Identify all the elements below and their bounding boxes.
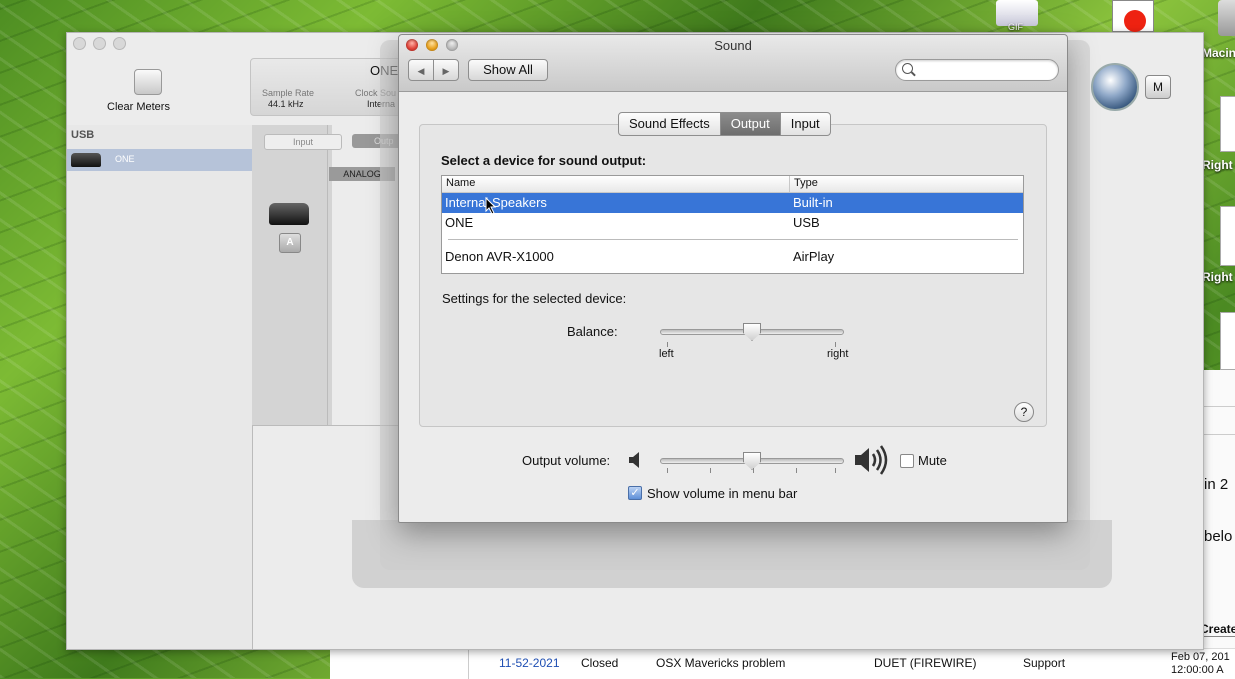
show-volume-label: Show volume in menu bar	[647, 486, 798, 501]
output-volume-slider[interactable]	[660, 452, 844, 473]
settings-label: Settings for the selected device:	[442, 291, 627, 306]
gif-file-label: GIF	[1008, 22, 1023, 32]
device-name: ONE	[445, 215, 474, 230]
web-page-fragment: in 2 belo Create	[1200, 370, 1235, 678]
window-toolbar: Sound ◀ ▶ Show All	[399, 35, 1067, 92]
mute-label: Mute	[918, 453, 947, 468]
a-button[interactable]: A	[279, 233, 301, 253]
create-link[interactable]: Create	[1200, 622, 1235, 636]
slider-tick	[835, 468, 836, 473]
volume-knob[interactable]	[1091, 63, 1139, 111]
device-name: Denon AVR-X1000	[445, 249, 554, 264]
document-icon[interactable]	[1220, 312, 1235, 370]
device-type: Built-in	[793, 195, 833, 210]
column-header-name[interactable]: Name	[446, 177, 475, 189]
forward-button[interactable]: ▶	[433, 59, 459, 81]
divider	[327, 125, 328, 425]
ticket-date: Feb 07, 201	[1171, 651, 1230, 663]
sound-preferences-window: Sound ◀ ▶ Show All Sound Effects Output …	[398, 34, 1068, 523]
slider-tick	[753, 468, 754, 473]
volume-slider-thumb[interactable]	[743, 452, 761, 470]
page-text-fragment: in 2	[1204, 476, 1229, 493]
device-select-heading: Select a device for sound output:	[441, 153, 647, 168]
slider-tick	[835, 342, 836, 347]
device-sidebar: USB ONE	[67, 125, 253, 649]
interface-device-icon	[71, 153, 101, 167]
slider-tick	[667, 342, 668, 347]
interface-device-icon	[269, 203, 309, 225]
device-type: AirPlay	[793, 249, 835, 264]
output-settings-group	[419, 124, 1047, 427]
sidebar-item-one[interactable]: ONE	[67, 149, 252, 171]
column-header-type[interactable]: Type	[794, 177, 818, 189]
divider	[448, 239, 1018, 240]
desktop-file-label: Right	[1202, 158, 1233, 172]
tab-output[interactable]: Output	[720, 113, 781, 135]
ticket-category: Support	[1023, 656, 1066, 670]
minimize-button[interactable]	[93, 37, 106, 50]
ticket-subject: OSX Mavericks problem	[656, 656, 786, 670]
show-all-button[interactable]: Show All	[468, 59, 548, 81]
close-button[interactable]	[73, 37, 86, 50]
tab-input[interactable]: Input	[264, 134, 342, 150]
back-arrow-icon: ◀	[417, 66, 425, 76]
table-row-partial[interactable]	[442, 267, 1023, 273]
document-icon[interactable]	[1220, 206, 1235, 266]
usb-section-heading: USB	[71, 129, 95, 141]
slider-tick	[667, 468, 668, 473]
help-button[interactable]: ?	[1014, 402, 1034, 422]
mute-checkbox[interactable]	[900, 454, 914, 468]
sidebar-item-label: ONE	[115, 154, 135, 164]
tab-input[interactable]: Input	[781, 113, 830, 135]
ticket-time: 12:00:00 A	[1171, 664, 1224, 676]
speaker-high-icon	[855, 445, 888, 475]
tab-bar: Sound Effects Output Input	[618, 112, 831, 136]
macintosh-hd-label: Macin	[1202, 46, 1235, 60]
balance-label: Balance:	[567, 324, 618, 339]
table-header: Name Type	[442, 176, 1023, 193]
mute-m-button[interactable]: M	[1145, 75, 1171, 99]
search-icon	[902, 63, 913, 74]
slider-tick	[710, 468, 711, 473]
desktop-file-label: Right	[1202, 270, 1233, 284]
mouse-cursor-icon	[485, 197, 497, 215]
channel-panel	[252, 125, 332, 425]
page-text-fragment: belo	[1204, 528, 1233, 545]
ticket-product: DUET (FIREWIRE)	[874, 656, 977, 670]
drive-icon[interactable]	[1218, 0, 1235, 36]
back-button[interactable]: ◀	[408, 59, 434, 81]
search-input[interactable]	[895, 59, 1059, 81]
tab-sound-effects[interactable]: Sound Effects	[619, 113, 721, 135]
clear-meters-label: Clear Meters	[107, 101, 170, 113]
balance-slider[interactable]	[660, 323, 844, 347]
zoom-button[interactable]	[113, 37, 126, 50]
ticket-status: Closed	[581, 656, 619, 670]
speaker-low-icon	[629, 452, 639, 468]
device-table[interactable]: Name Type Internal Speakers Built-in ONE…	[441, 175, 1024, 274]
document-icon[interactable]	[1220, 96, 1235, 152]
table-row[interactable]: Denon AVR-X1000 AirPlay	[442, 247, 1023, 267]
show-volume-checkbox[interactable]: ✓	[628, 486, 642, 500]
balance-right-label: right	[827, 348, 849, 360]
device-type: USB	[793, 215, 820, 230]
clear-meters-button[interactable]	[134, 69, 162, 95]
window-title: Sound	[714, 38, 752, 53]
balance-slider-thumb[interactable]	[743, 323, 761, 341]
stop-badge-icon	[1124, 10, 1146, 32]
table-row[interactable]: 11-52-2021 Closed OSX Mavericks problem …	[330, 648, 1235, 679]
slider-tick	[796, 468, 797, 473]
table-row[interactable]: Internal Speakers Built-in	[442, 193, 1023, 213]
output-volume-label: Output volume:	[522, 453, 611, 468]
sample-rate-value: 44.1 kHz	[268, 99, 304, 109]
table-row[interactable]: ONE USB	[442, 213, 1023, 233]
sample-rate-label: Sample Rate	[262, 88, 315, 98]
forward-arrow-icon: ▶	[442, 66, 450, 76]
column-separator	[789, 176, 790, 192]
ticket-number-link[interactable]: 11-52-2021	[499, 656, 560, 670]
balance-left-label: left	[659, 348, 674, 360]
